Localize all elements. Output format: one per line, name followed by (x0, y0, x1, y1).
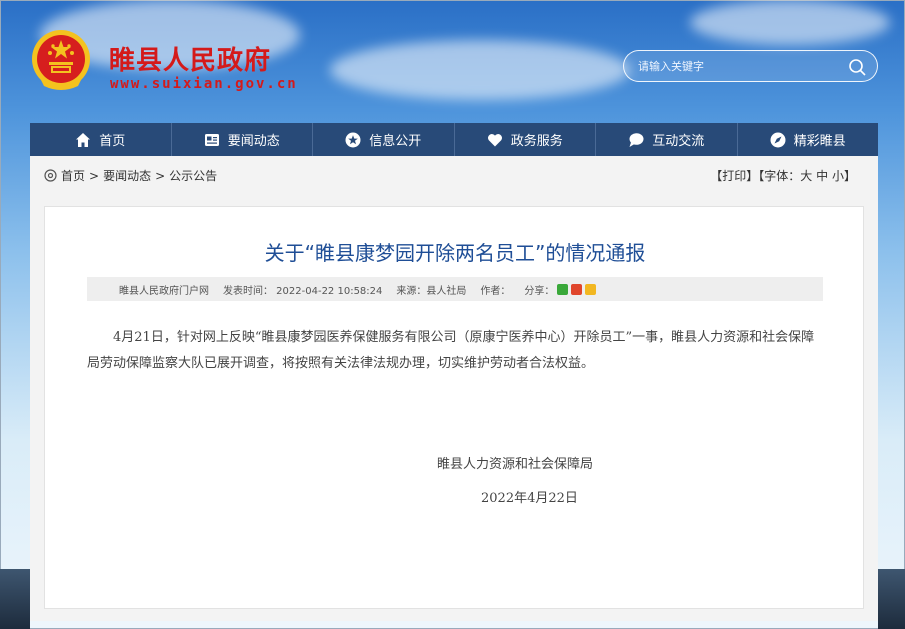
heart-hands-icon (487, 133, 502, 146)
newspaper-icon (204, 133, 219, 146)
nav-item-label: 精彩睢县 (793, 134, 846, 149)
breadcrumb-separator: > (89, 168, 100, 183)
nav-item-info-disclosure[interactable]: 信息公开 (313, 123, 455, 156)
article-date: 2022年4月22日 (481, 491, 578, 506)
article-signature: 睢县人力资源和社会保障局 (437, 457, 594, 472)
search-icon[interactable] (847, 57, 867, 77)
article-body: 4月21日，针对网上反映“睢县康梦园医养保健服务有限公司（原康宁医养中心）开除员… (87, 330, 815, 371)
qq-share-icon[interactable] (585, 283, 597, 295)
city-skyline-left (0, 569, 30, 629)
breadcrumb-news[interactable]: 要闻动态 (103, 167, 151, 184)
breadcrumb-separator: > (155, 168, 166, 183)
breadcrumb-bar: 首页 > 要闻动态 > 公示公告 【打印】【字体：大 中 小】 (30, 156, 878, 193)
nav-item-interaction[interactable]: 互动交流 (596, 123, 738, 156)
breadcrumb-announcements[interactable]: 公示公告 (169, 167, 217, 184)
breadcrumb-home[interactable]: 首页 (61, 167, 85, 184)
font-size-label: 【字体： (758, 169, 801, 183)
city-skyline-right (878, 569, 905, 629)
search-input[interactable] (638, 57, 838, 77)
meta-publish-time: 发表时间： 2022-04-22 10:58:24 (223, 285, 383, 297)
share-label: 分享： (524, 285, 555, 297)
meta-author: 作者： (480, 285, 511, 297)
font-size-close: 】 (843, 169, 856, 183)
nav-item-home[interactable]: 首页 (30, 123, 172, 156)
wechat-share-icon[interactable] (557, 283, 569, 295)
nav-item-label: 要闻动态 (227, 134, 280, 149)
font-medium-button[interactable]: 中 (816, 169, 828, 183)
print-button[interactable]: 【打印】 (710, 169, 758, 183)
site-title[interactable]: 睢县人民政府 (109, 40, 271, 77)
font-small-button[interactable]: 小 (832, 169, 844, 183)
national-emblem-logo[interactable] (30, 28, 92, 92)
location-pin-icon (44, 169, 57, 182)
article-title: 关于“睢县康梦园开除两名员工”的情况通报 (264, 241, 646, 265)
content-panel: 首页 > 要闻动态 > 公示公告 【打印】【字体：大 中 小】 关于“睢县康梦园… (30, 156, 878, 621)
nav-item-label: 政务服务 (510, 134, 563, 149)
nav-item-wonderful-suixian[interactable]: 精彩睢县 (738, 123, 879, 156)
site-header: 睢县人民政府 www.suixian.gov.cn (0, 0, 905, 123)
home-icon (76, 132, 91, 147)
article-tools: 【打印】【字体：大 中 小】 (710, 167, 856, 184)
nav-item-gov-services[interactable]: 政务服务 (455, 123, 596, 156)
chat-bubble-icon (629, 132, 644, 147)
meta-site: 睢县人民政府门户网 (119, 285, 209, 297)
star-icon (345, 132, 361, 147)
breadcrumb: 首页 > 要闻动态 > 公示公告 (44, 167, 217, 184)
meta-source: 来源：县人社局 (396, 285, 467, 297)
share-group: 分享： (524, 282, 597, 297)
nav-item-label: 首页 (99, 134, 126, 149)
compass-icon (770, 132, 786, 147)
site-url[interactable]: www.suixian.gov.cn (110, 76, 298, 92)
article-meta: 睢县人民政府门户网 发表时间： 2022-04-22 10:58:24 来源：县… (87, 277, 823, 301)
nav-item-label: 互动交流 (652, 134, 705, 149)
weibo-share-icon[interactable] (571, 283, 583, 295)
font-large-button[interactable]: 大 (800, 169, 812, 183)
search-box (623, 50, 878, 82)
nav-item-news[interactable]: 要闻动态 (172, 123, 313, 156)
nav-item-label: 信息公开 (369, 134, 422, 149)
article-card: 关于“睢县康梦园开除两名员工”的情况通报 睢县人民政府门户网 发表时间： 202… (44, 206, 864, 609)
main-nav: 首页 要闻动态 信息公开 政务服务 互动交流 精彩睢县 (30, 123, 878, 156)
